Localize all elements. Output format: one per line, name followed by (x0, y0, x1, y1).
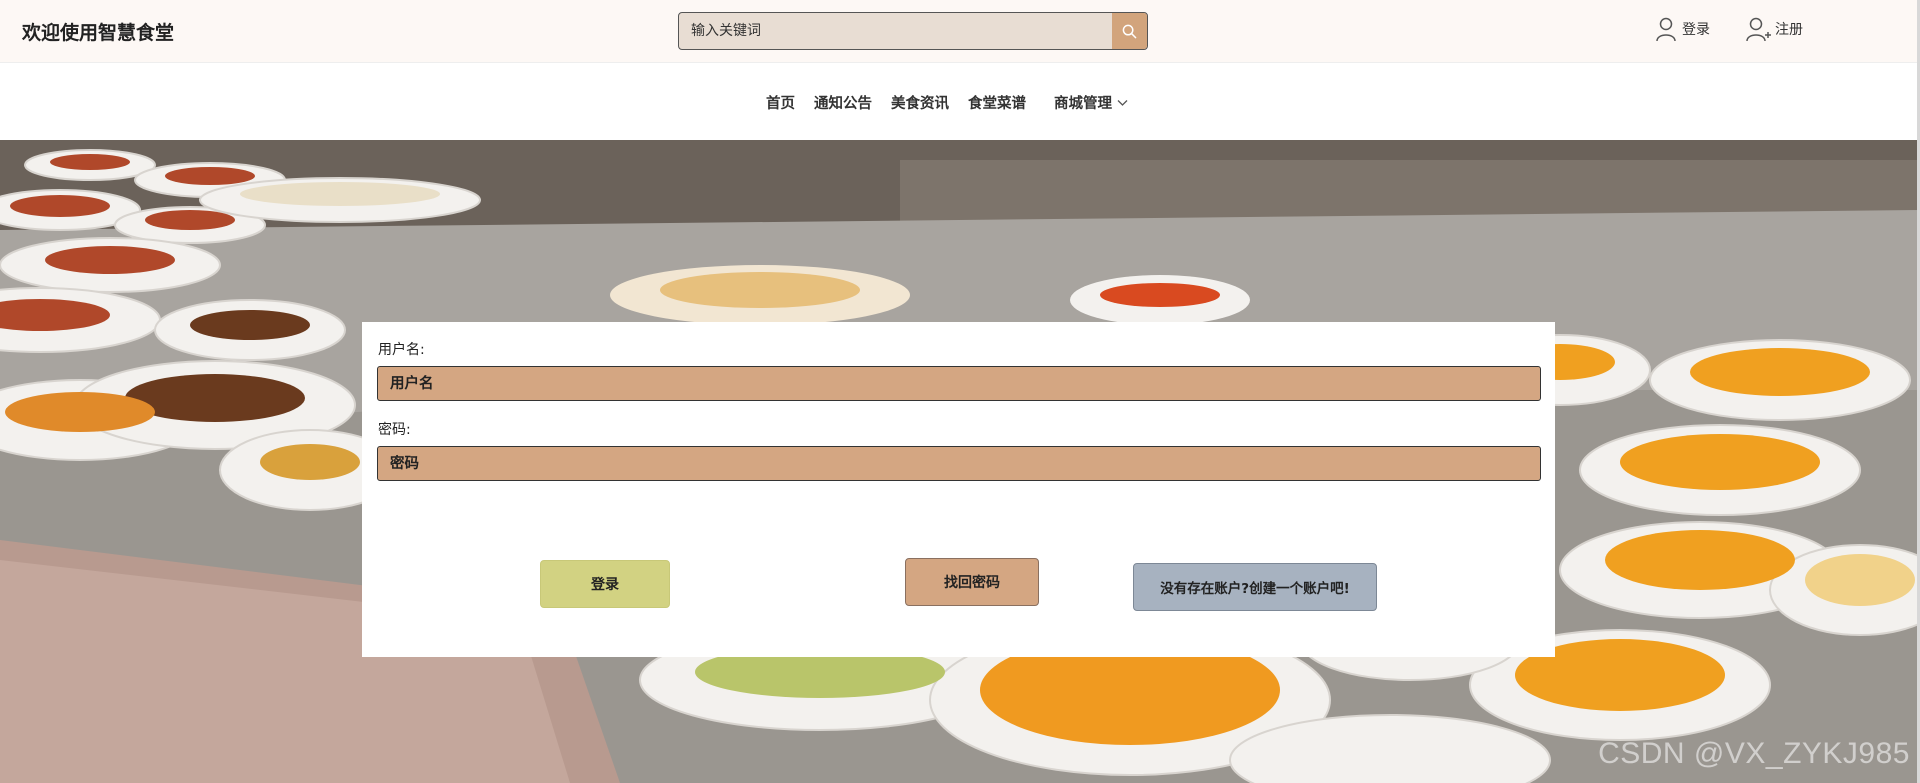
username-label: 用户名: (378, 342, 425, 358)
search-box (678, 12, 1148, 50)
password-input[interactable] (377, 446, 1541, 481)
username-input[interactable] (377, 366, 1541, 401)
nav-item-shop-management[interactable]: 商城管理 (1054, 92, 1128, 113)
main-nav: 首页 通知公告 美食资讯 食堂菜谱 商城管理 (0, 63, 1920, 140)
search-input[interactable] (679, 13, 1113, 49)
password-label: 密码: (378, 422, 411, 438)
login-form-card: 用户名: 密码: 登录 找回密码 没有存在账户?创建一个账户吧! (362, 322, 1555, 657)
login-button[interactable]: 登录 (540, 560, 670, 608)
nav-item-food-news[interactable]: 美食资讯 (891, 92, 949, 113)
create-account-button[interactable]: 没有存在账户?创建一个账户吧! (1133, 563, 1377, 611)
watermark: CSDN @VX_ZYKJ985 (1598, 737, 1910, 770)
add-user-icon (1746, 17, 1771, 42)
login-link-label: 登录 (1682, 22, 1710, 38)
nav-item-notices[interactable]: 通知公告 (814, 92, 872, 113)
top-header: 欢迎使用智慧食堂 登录 注册 (0, 0, 1920, 63)
nav-item-home[interactable]: 首页 (766, 92, 795, 113)
nav-item-menu[interactable]: 食堂菜谱 (968, 92, 1026, 113)
site-title: 欢迎使用智慧食堂 (22, 22, 175, 44)
forgot-password-button[interactable]: 找回密码 (905, 558, 1039, 606)
login-link[interactable]: 登录 (1654, 14, 1710, 44)
search-icon (1122, 24, 1137, 38)
register-link-label: 注册 (1775, 22, 1803, 38)
nav-dropdown-label: 商城管理 (1054, 96, 1112, 112)
search-button[interactable] (1112, 13, 1147, 49)
user-icon (1656, 17, 1676, 42)
chevron-down-icon (1117, 99, 1128, 106)
register-link[interactable]: 注册 (1745, 14, 1803, 44)
nav-items: 首页 通知公告 美食资讯 食堂菜谱 商城管理 (766, 92, 1128, 113)
